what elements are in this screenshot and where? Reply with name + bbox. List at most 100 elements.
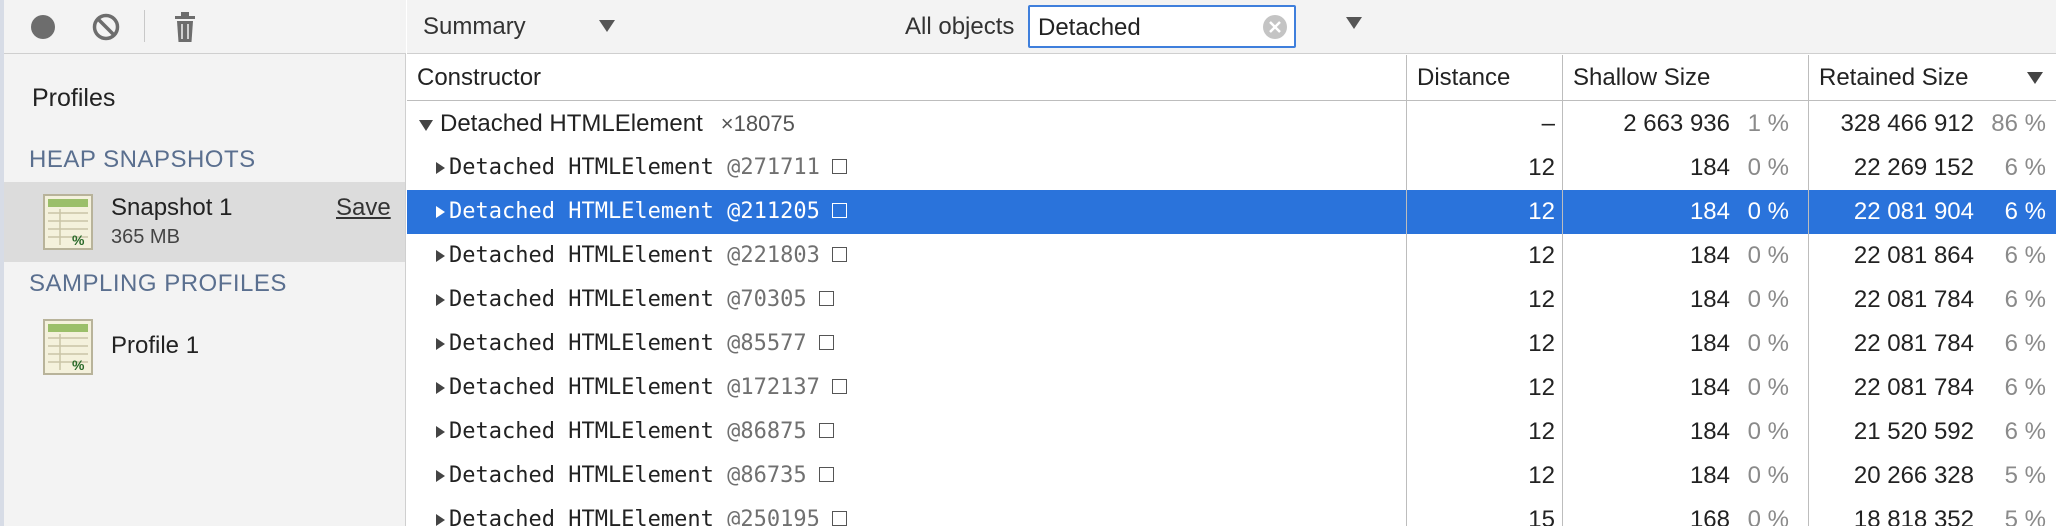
- row-object-id: @271711: [727, 155, 820, 180]
- sidebar-item-profile-1[interactable]: % Profile 1: [0, 312, 405, 382]
- row-distance: 12: [1528, 418, 1555, 445]
- row-retained-size: 22 081 784: [1853, 374, 1974, 401]
- row-name: Detached HTMLElement: [449, 463, 714, 488]
- expand-triangle-icon[interactable]: [436, 382, 445, 394]
- row-name: Detached HTMLElement: [449, 199, 714, 224]
- reveal-in-summary-icon[interactable]: [831, 246, 847, 262]
- row-shallow-size: 184: [1689, 418, 1730, 445]
- row-object-id: @211205: [727, 199, 820, 224]
- profiles-sidebar: Profiles HEAP SNAPSHOTS % Snapshot 1 365…: [0, 0, 406, 526]
- group-retained-size: 328 466 912: [1840, 110, 1974, 137]
- column-constructor[interactable]: Constructor: [417, 55, 541, 101]
- row-shallow-size: 184: [1689, 286, 1730, 313]
- row-retained-percent: 6 %: [2004, 286, 2046, 313]
- column-distance[interactable]: Distance: [1417, 55, 1510, 101]
- chevron-down-icon: [1346, 17, 1362, 29]
- row-object-id: @70305: [727, 287, 807, 312]
- row-retained-size: 22 081 904: [1853, 198, 1974, 225]
- record-icon[interactable]: [25, 9, 61, 45]
- filter-toolbar: Summary All objects: [407, 0, 2056, 54]
- row-retained-percent: 5 %: [2004, 462, 2046, 489]
- group-label: Detached HTMLElement ×18075: [440, 102, 795, 146]
- profiles-title: Profiles: [32, 84, 116, 112]
- profile-name: Profile 1: [111, 332, 200, 359]
- save-snapshot-link[interactable]: Save: [336, 194, 391, 222]
- row-object-id: @86735: [727, 463, 807, 488]
- row-name: Detached HTMLElement: [449, 507, 714, 526]
- snapshot-size: 365 MB: [111, 226, 180, 248]
- expand-triangle-icon[interactable]: [436, 338, 445, 350]
- row-constructor: Detached HTMLElement @250195: [449, 498, 847, 526]
- expand-triangle-icon[interactable]: [436, 470, 445, 482]
- section-heap-snapshots: HEAP SNAPSHOTS: [29, 146, 256, 173]
- group-shallow-percent: 1 %: [1747, 110, 1789, 137]
- row-constructor: Detached HTMLElement @172137: [449, 366, 847, 410]
- group-name: Detached HTMLElement: [440, 110, 703, 137]
- row-shallow-percent: 0 %: [1747, 330, 1789, 357]
- clear-circle-icon[interactable]: [88, 9, 124, 45]
- reveal-in-summary-icon[interactable]: [831, 378, 847, 394]
- view-select-value: Summary: [423, 13, 526, 40]
- row-retained-percent: 6 %: [2004, 330, 2046, 357]
- expand-triangle-icon[interactable]: [436, 162, 445, 174]
- row-retained-percent: 6 %: [2004, 154, 2046, 181]
- reveal-in-summary-icon[interactable]: [818, 334, 834, 350]
- row-shallow-size: 184: [1689, 154, 1730, 181]
- section-sampling-profiles: SAMPLING PROFILES: [29, 270, 287, 297]
- reveal-in-summary-icon[interactable]: [831, 202, 847, 218]
- group-retained-percent: 86 %: [1991, 110, 2046, 137]
- row-distance: 12: [1528, 242, 1555, 269]
- row-distance: 12: [1528, 330, 1555, 357]
- row-shallow-size: 184: [1689, 242, 1730, 269]
- row-object-id: @172137: [727, 375, 820, 400]
- column-divider: [1562, 55, 1563, 526]
- group-distance: –: [1541, 110, 1555, 137]
- view-select[interactable]: Summary: [423, 0, 623, 54]
- row-retained-size: 22 081 784: [1853, 286, 1974, 313]
- row-retained-percent: 6 %: [2004, 374, 2046, 401]
- snapshot-name: Snapshot 1: [111, 194, 233, 221]
- row-retained-size: 18 818 352: [1853, 506, 1974, 526]
- row-name: Detached HTMLElement: [449, 155, 714, 180]
- row-constructor: Detached HTMLElement @86735: [449, 454, 834, 498]
- reveal-in-summary-icon[interactable]: [831, 158, 847, 174]
- expand-triangle-icon[interactable]: [436, 514, 445, 526]
- row-shallow-size: 184: [1689, 374, 1730, 401]
- expand-triangle-icon[interactable]: [436, 426, 445, 438]
- collapse-triangle-icon[interactable]: [419, 120, 433, 131]
- reveal-in-summary-icon[interactable]: [831, 510, 847, 526]
- trash-icon[interactable]: [167, 9, 203, 45]
- row-constructor: Detached HTMLElement @221803: [449, 234, 847, 278]
- reveal-in-summary-icon[interactable]: [818, 290, 834, 306]
- expand-triangle-icon[interactable]: [436, 294, 445, 306]
- group-shallow-size: 2 663 936: [1623, 110, 1730, 137]
- reveal-in-summary-icon[interactable]: [818, 466, 834, 482]
- scope-select[interactable]: All objects: [905, 0, 1385, 54]
- column-shallow-size[interactable]: Shallow Size: [1573, 55, 1710, 101]
- row-retained-percent: 6 %: [2004, 198, 2046, 225]
- row-constructor: Detached HTMLElement @70305: [449, 278, 834, 322]
- row-distance: 12: [1528, 286, 1555, 313]
- row-shallow-size: 184: [1689, 330, 1730, 357]
- expand-triangle-icon[interactable]: [436, 206, 445, 218]
- row-shallow-percent: 0 %: [1747, 418, 1789, 445]
- row-constructor: Detached HTMLElement @211205: [449, 190, 847, 234]
- row-constructor: Detached HTMLElement @86875: [449, 410, 834, 454]
- row-name: Detached HTMLElement: [449, 375, 714, 400]
- svg-text:%: %: [72, 357, 85, 373]
- reveal-in-summary-icon[interactable]: [818, 422, 834, 438]
- row-constructor: Detached HTMLElement @85577: [449, 322, 834, 366]
- row-retained-percent: 5 %: [2004, 506, 2046, 526]
- row-shallow-size: 184: [1689, 198, 1730, 225]
- heap-summary-table: Constructor Distance Shallow Size Retain…: [407, 55, 2056, 526]
- column-retained-size[interactable]: Retained Size: [1819, 55, 1968, 101]
- chevron-down-icon: [599, 20, 615, 32]
- scope-select-value: All objects: [905, 13, 1015, 40]
- column-divider: [1808, 55, 1809, 526]
- row-object-id: @86875: [727, 419, 807, 444]
- expand-triangle-icon[interactable]: [436, 250, 445, 262]
- row-shallow-percent: 0 %: [1747, 462, 1789, 489]
- sampling-profile-icon: %: [43, 319, 93, 375]
- row-shallow-percent: 0 %: [1747, 242, 1789, 269]
- row-shallow-percent: 0 %: [1747, 506, 1789, 526]
